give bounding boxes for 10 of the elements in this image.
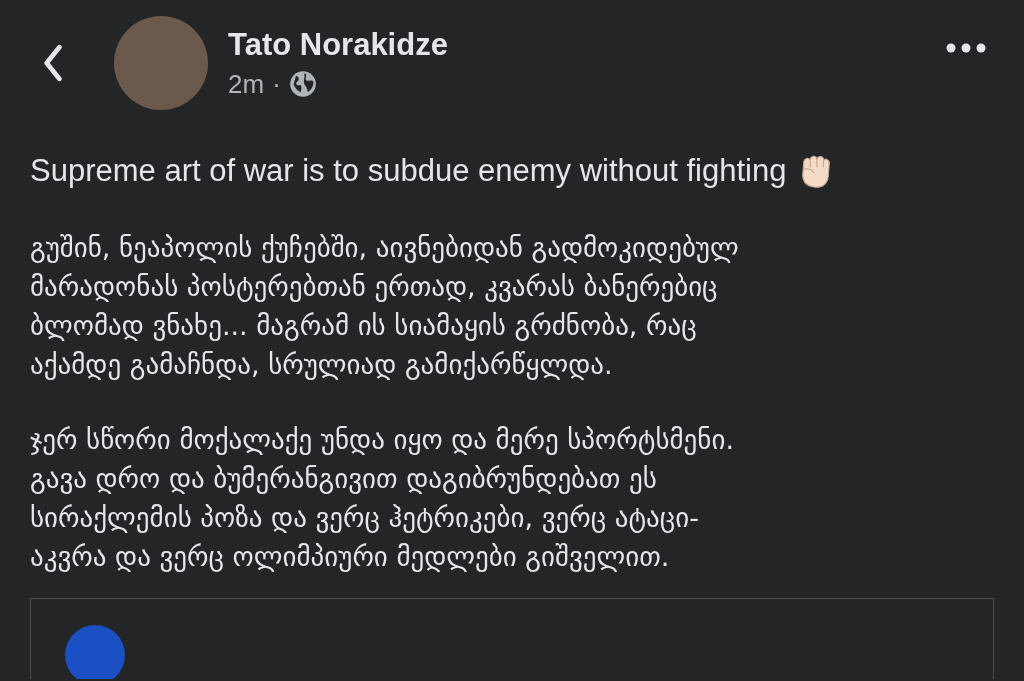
post-paragraph: გუშინ, ნეაპოლის ქუჩებში, აივნებიდან გადმოკიდებულ მარადონას პოსტერებთან ერთად, კვარას ბანერებიც ბლომად ვნახე... მაგრამ ის სიამაყის გრძნობა, რაც აქამდე გამაჩნდა, სრულიად გამიქარწყლდა.: [30, 231, 740, 382]
page-avatar: [65, 625, 125, 679]
post-paragraph: ჯერ სწორი მოქალაქე უნდა იყო და მერე სპორტსმენი. გავა დრო და ბუმერანგივით დაგიბრუნდებათ ეს სირაქლემის პოზა და ვერც ჰეტრიკები, ვერც ატაცი- აკვრა და ვერც ოლიმპიური მედლები გიშველით.: [30, 423, 735, 574]
back-icon[interactable]: [42, 44, 64, 82]
more-icon[interactable]: [946, 43, 986, 53]
author-name[interactable]: Tato Norakidze: [228, 26, 946, 63]
post-headline: Supreme art of war is to subdue enemy without fighting: [30, 153, 787, 189]
post-time: 2m: [228, 68, 265, 100]
separator-dot: ·: [272, 68, 281, 100]
globe-icon: [288, 70, 317, 98]
